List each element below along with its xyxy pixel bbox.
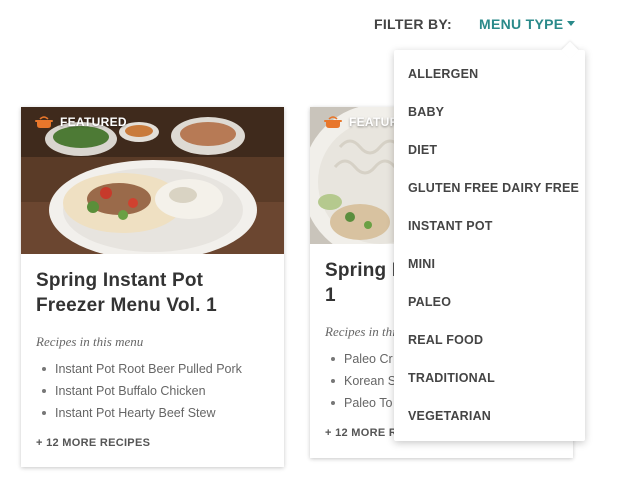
recipe-item: Paleo To [330, 395, 396, 417]
pot-icon [324, 116, 342, 128]
menu-type-option-vegetarian[interactable]: VEGETARIAN [394, 408, 585, 446]
menu-type-option-paleo[interactable]: PALEO [394, 294, 585, 332]
recipes-heading: Recipes in this menu [36, 334, 144, 349]
menu-type-option-gluten-free-dairy-free[interactable]: GLUTEN FREE DAIRY FREE [394, 180, 585, 218]
featured-badge-label: FEATURED [60, 115, 127, 129]
menu-card[interactable]: FEATURED Spring Instant Pot Freezer Menu… [21, 107, 284, 467]
menu-type-option-instant-pot[interactable]: INSTANT POT [394, 218, 585, 256]
menu-type-option-mini[interactable]: MINI [394, 256, 585, 294]
menu-type-option-allergen[interactable]: ALLERGEN [394, 66, 585, 104]
menu-type-option-traditional[interactable]: TRADITIONAL [394, 370, 585, 408]
filter-label: FILTER BY: [374, 16, 452, 32]
filter-bar: FILTER BY: MENU TYPE [0, 16, 632, 34]
menu-card-title[interactable]: Spring Instant Pot Freezer Menu Vol. 1 [36, 268, 271, 318]
menu-type-option-baby[interactable]: BABY [394, 104, 585, 142]
recipe-list: Instant Pot Root Beer Pulled Pork Instan… [42, 361, 242, 427]
menu-type-dropdown: ALLERGEN BABY DIET GLUTEN FREE DAIRY FRE… [394, 50, 585, 441]
menu-type-option-diet[interactable]: DIET [394, 142, 585, 180]
tacos-photo [21, 107, 284, 254]
recipe-item: Instant Pot Hearty Beef Stew [42, 405, 242, 427]
menu-type-option-real-food[interactable]: REAL FOOD [394, 332, 585, 370]
recipe-item: Instant Pot Root Beer Pulled Pork [42, 361, 242, 383]
pot-icon [35, 116, 53, 128]
caret-down-icon [567, 20, 576, 26]
recipe-list: Paleo Cr Korean S Paleo To [330, 351, 396, 417]
featured-badge: FEATURED [35, 115, 127, 129]
menu-type-options: ALLERGEN BABY DIET GLUTEN FREE DAIRY FRE… [394, 50, 585, 446]
menu-type-label: MENU TYPE [479, 16, 564, 32]
recipe-item: Instant Pot Buffalo Chicken [42, 383, 242, 405]
menu-card-image[interactable]: FEATURED [21, 107, 284, 254]
recipe-item: Korean S [330, 373, 396, 395]
menu-type-dropdown-toggle[interactable]: MENU TYPE [479, 16, 576, 32]
recipe-item: Paleo Cr [330, 351, 396, 373]
more-recipes-link[interactable]: + 12 MORE RECIPES [36, 437, 150, 449]
